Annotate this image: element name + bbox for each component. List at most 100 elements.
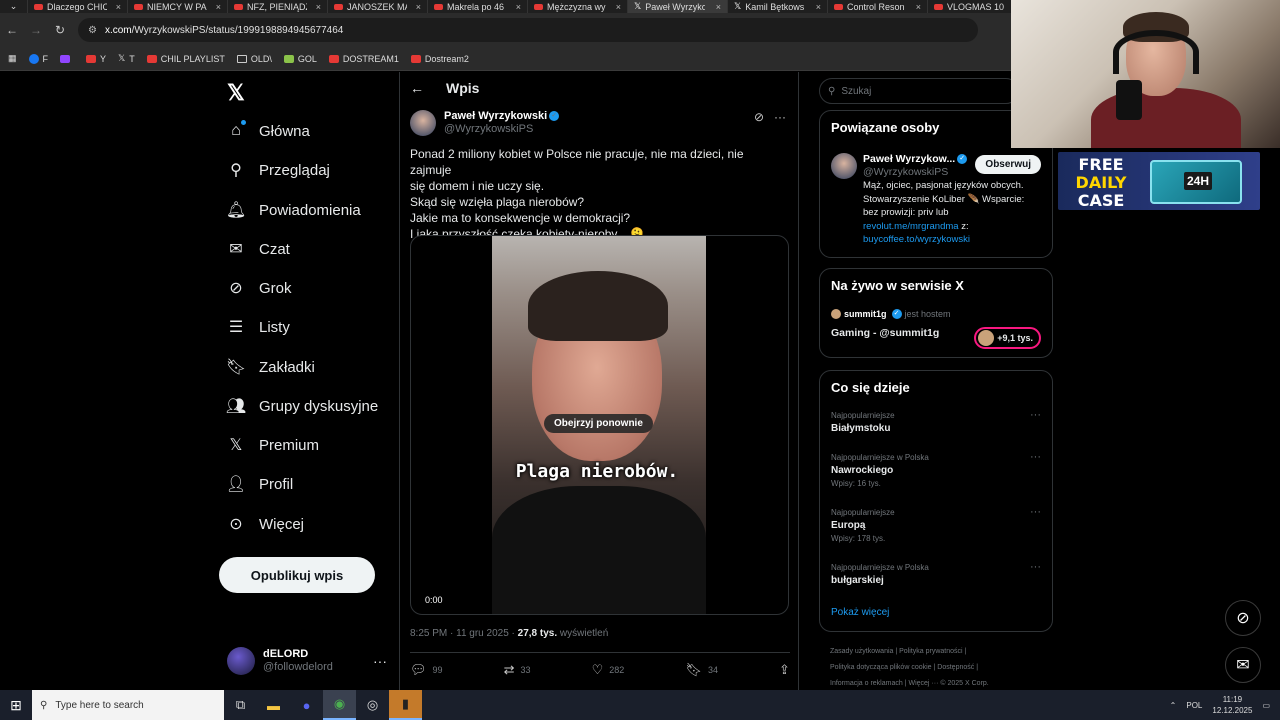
close-icon[interactable]: × — [816, 2, 821, 12]
search-input[interactable]: ⚲ Szukaj — [819, 78, 1019, 104]
more-icon[interactable]: ··· — [1030, 451, 1041, 464]
browser-tab[interactable]: Dlaczego CHIC × — [28, 0, 128, 13]
forward-arrow-icon[interactable]: → — [24, 23, 48, 37]
reload-icon[interactable]: ↻ — [48, 23, 72, 37]
repost-button[interactable]: ⇄ 33 — [504, 662, 531, 678]
bookmark-button[interactable]: 🔖︎ 34 — [685, 662, 718, 678]
nav-item-notifications[interactable]: 🔔︎ Powiadomienia — [226, 201, 361, 220]
language-indicator[interactable]: POL — [1186, 701, 1202, 710]
bio-link[interactable]: buycoffee.to/wyrzykowski — [863, 233, 1043, 247]
close-icon[interactable]: × — [516, 2, 521, 12]
reply-button[interactable]: 💬︎ 99 — [410, 662, 443, 678]
more-icon[interactable]: ··· — [1030, 506, 1041, 519]
file-explorer-icon[interactable]: ▬ — [257, 690, 290, 720]
site-info-icon[interactable]: ⚙ — [88, 25, 97, 36]
nav-item-profile[interactable]: 👤︎ Profil — [226, 475, 293, 494]
nav-item-grok[interactable]: ⊘ Grok — [227, 279, 291, 298]
more-icon[interactable]: ··· — [373, 653, 387, 669]
discord-icon[interactable]: ● — [290, 690, 323, 720]
browser-tab[interactable]: Makrela po 46 × — [428, 0, 528, 13]
live-listeners[interactable]: +9,1 tys. — [974, 327, 1041, 349]
nav-item-communities[interactable]: 👥︎ Grupy dyskusyjne — [226, 397, 378, 416]
close-icon[interactable]: × — [316, 2, 321, 12]
rewatch-button[interactable]: Obejrzyj ponownie — [544, 414, 653, 433]
url-input[interactable]: ⚙ x.com/WyrzykowskiPS/status/19991988949… — [78, 18, 978, 42]
related-person[interactable]: Paweł Wyrzykow... ✓ @WyrzykowskiPS — [863, 153, 968, 179]
bookmark-item[interactable]: CHIL PLAYLIST — [146, 54, 225, 64]
grok-icon[interactable]: ⊘ — [754, 110, 764, 124]
chrome-icon[interactable]: ◉ — [323, 690, 356, 720]
author-name[interactable]: Paweł Wyrzykowski — [444, 110, 547, 122]
browser-tab[interactable]: Mężczyzna wy × — [528, 0, 628, 13]
back-arrow-icon[interactable]: ← — [410, 80, 424, 96]
trend-item[interactable]: Najpopularniejsze Białymstoku ··· — [831, 409, 1041, 435]
nav-item-premium[interactable]: 𝕏 Premium — [227, 436, 319, 455]
footer-link[interactable]: Polityka dotycząca plików cookie — [830, 664, 932, 671]
avatar[interactable] — [410, 110, 436, 136]
show-more-link[interactable]: Pokaż więcej — [831, 607, 889, 618]
taskbar-search[interactable]: ⚲ Type here to search — [32, 690, 224, 720]
app-icon[interactable]: ▮ — [389, 690, 422, 720]
bookmark-item[interactable]: Dostream2 — [410, 54, 469, 64]
nav-item-more[interactable]: ⊙ Więcej — [227, 515, 304, 534]
footer-link[interactable]: Informacja o reklamach — [830, 680, 903, 687]
footer-link[interactable]: Więcej ··· — [908, 680, 938, 687]
account-switcher[interactable]: dELORD @followdelord ··· — [227, 647, 387, 675]
grok-fab-icon[interactable]: ⊘ — [1225, 600, 1261, 636]
close-icon[interactable]: × — [916, 2, 921, 12]
live-title[interactable]: Gaming - @summit1g — [831, 327, 939, 339]
post-author[interactable]: Paweł Wyrzykowski ✓ @WyrzykowskiPS — [410, 110, 560, 136]
post-button[interactable]: Opublikuj wpis — [219, 557, 375, 593]
browser-tab[interactable]: Control Reson × — [828, 0, 928, 13]
nav-item-home[interactable]: ⌂ Główna — [227, 120, 310, 140]
bookmark-item[interactable] — [60, 54, 74, 63]
notifications-icon[interactable]: ▭ — [1262, 701, 1270, 710]
bio-link[interactable]: revolut.me/mrgrandma — [863, 221, 959, 232]
browser-tab[interactable]: NIEMCY W PA × — [128, 0, 228, 13]
live-host[interactable]: summit1g ✓ jest hostem — [831, 309, 951, 319]
clock[interactable]: 11:19 12.12.2025 — [1212, 694, 1252, 716]
trend-item[interactable]: Najpopularniejsze Europą Wpisy: 178 tys. ··… — [831, 506, 1041, 545]
like-button[interactable]: ♡ 282 — [592, 662, 625, 678]
post-timestamp[interactable]: 8:25 PM · 11 gru 2025 · — [410, 628, 518, 639]
avatar[interactable] — [831, 153, 857, 179]
bookmark-item[interactable]: GOL — [283, 54, 317, 64]
bookmark-item[interactable]: 𝕏T — [118, 53, 135, 64]
nav-item-bookmarks[interactable]: 🔖︎ Zakładki — [226, 358, 315, 377]
trend-item[interactable]: Najpopularniejsze w Polska Nawrockiego Wpi… — [831, 451, 1041, 490]
more-icon[interactable]: ··· — [774, 110, 786, 124]
close-icon[interactable]: × — [716, 2, 721, 12]
footer-link[interactable]: Dostępność — [937, 664, 974, 671]
chevron-up-icon[interactable]: ⌃ — [1170, 701, 1177, 710]
back-arrow-icon[interactable]: ← — [0, 23, 24, 37]
share-button[interactable]: ⇪ — [779, 662, 790, 678]
bookmark-item[interactable]: DOSTREAM1 — [328, 54, 399, 64]
x-logo-icon[interactable]: 𝕏 — [227, 80, 245, 106]
windows-start-icon[interactable]: ⊞ — [0, 690, 32, 720]
footer-link[interactable]: Zasady użytkowania — [830, 648, 893, 655]
bookmark-item[interactable]: Y — [86, 54, 106, 64]
browser-tab[interactable]: JANOSZEK MA × — [328, 0, 428, 13]
close-icon[interactable]: × — [416, 2, 421, 12]
more-icon[interactable]: ··· — [1030, 561, 1041, 574]
nav-item-explore[interactable]: ⚲ Przeglądaj — [227, 161, 330, 180]
close-icon[interactable]: × — [216, 2, 221, 12]
obs-icon[interactable]: ◎ — [356, 690, 389, 720]
tab-list-button[interactable]: ⌄ — [0, 0, 28, 13]
task-view-icon[interactable]: ⧉ — [224, 690, 257, 720]
close-icon[interactable]: × — [116, 2, 121, 12]
bookmark-item[interactable]: F — [28, 53, 48, 64]
footer-link[interactable]: Polityka prywatności — [899, 648, 962, 655]
bookmark-folder[interactable]: OLD\ — [236, 54, 272, 64]
browser-tab[interactable]: 𝕏 Kamil Bętkows × — [728, 0, 828, 13]
browser-tab-active[interactable]: 𝕏 Paweł Wyrzyko × — [628, 0, 728, 13]
browser-tab[interactable]: NFZ, PIENIĄDZ × — [228, 0, 328, 13]
trend-item[interactable]: Najpopularniejsze w Polska bułgarskiej ··· — [831, 561, 1041, 587]
follow-button[interactable]: Obserwuj — [975, 155, 1041, 174]
nav-item-chat[interactable]: ✉ Czat — [227, 240, 290, 259]
author-handle[interactable]: @WyrzykowskiPS — [444, 123, 533, 135]
messages-fab-icon[interactable]: ✉ — [1225, 647, 1261, 683]
more-icon[interactable]: ··· — [1030, 409, 1041, 422]
close-icon[interactable]: × — [616, 2, 621, 12]
apps-grid-icon[interactable]: ▦ — [8, 53, 17, 64]
